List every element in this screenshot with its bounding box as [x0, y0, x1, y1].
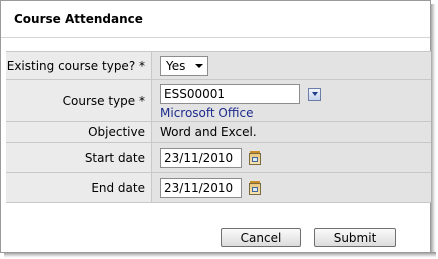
title-divider — [1, 37, 430, 38]
objective-value: Word and Excel. — [152, 122, 431, 142]
submit-button[interactable]: Submit — [314, 228, 396, 247]
course-type-row: Course type * ESS00001 Microsoft Office — [6, 80, 431, 122]
attendance-form: Existing course type? * Yes Course type … — [6, 51, 431, 203]
course-type-label: Course type * — [6, 80, 152, 121]
course-attendance-dialog: Course Attendance Existing course type? … — [0, 0, 431, 253]
existing-course-type-select[interactable]: Yes — [160, 55, 209, 76]
end-date-row: End date 23/11/2010 — [6, 173, 431, 203]
start-date-row: Start date 23/11/2010 — [6, 143, 431, 173]
end-date-cell: 23/11/2010 — [152, 173, 431, 202]
course-type-link[interactable]: Microsoft Office — [160, 106, 321, 120]
start-date-input[interactable]: 23/11/2010 — [160, 147, 242, 168]
calendar-icon[interactable] — [249, 150, 261, 165]
cancel-button[interactable]: Cancel — [221, 228, 301, 247]
objective-row: Objective Word and Excel. — [6, 122, 431, 143]
dropdown-browse-icon[interactable] — [308, 87, 321, 101]
start-date-label: Start date — [6, 143, 152, 172]
end-date-input[interactable]: 23/11/2010 — [160, 177, 242, 198]
course-type-input[interactable]: ESS00001 — [160, 84, 300, 104]
existing-course-type-row: Existing course type? * Yes — [6, 52, 431, 80]
course-type-cell: ESS00001 Microsoft Office — [152, 80, 431, 121]
existing-course-type-value: Yes — [166, 58, 186, 73]
objective-label: Objective — [6, 122, 152, 142]
calendar-icon[interactable] — [249, 180, 261, 195]
end-date-label: End date — [6, 173, 152, 202]
chevron-down-icon — [195, 63, 204, 68]
dialog-title: Course Attendance — [14, 12, 143, 26]
start-date-cell: 23/11/2010 — [152, 143, 431, 172]
existing-course-type-cell: Yes — [152, 52, 431, 79]
existing-course-type-label: Existing course type? * — [6, 52, 152, 79]
